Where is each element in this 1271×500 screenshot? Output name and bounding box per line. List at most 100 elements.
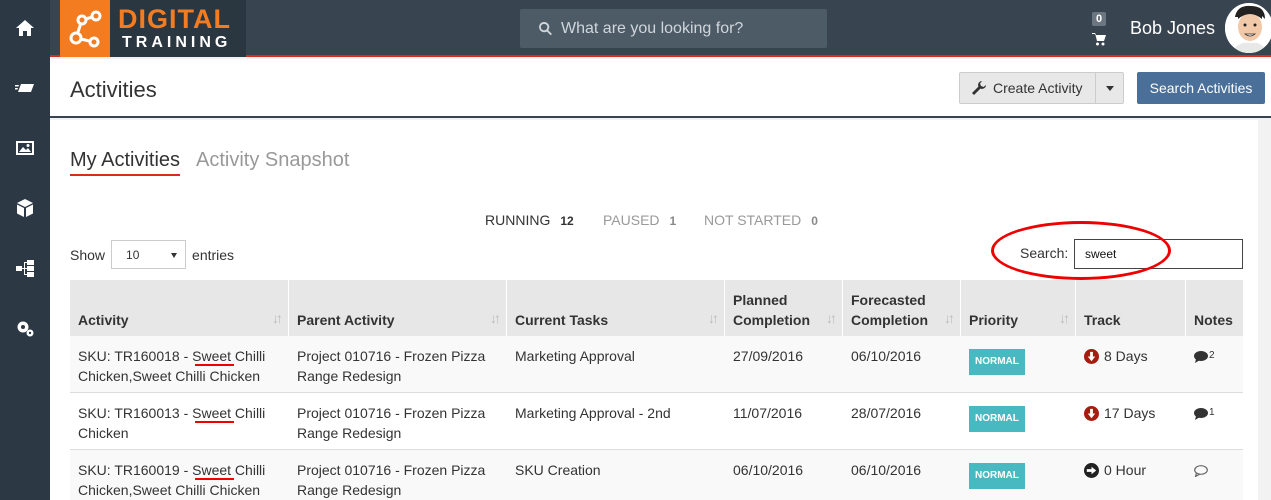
cart-count-badge: 0: [1092, 12, 1107, 26]
create-activity-label: Create Activity: [993, 80, 1083, 96]
entries-label: entries: [192, 246, 235, 263]
col-header-forecast-line2: Completion: [851, 312, 928, 328]
cell-current-task: SKU Creation: [515, 462, 601, 478]
sidebar: [0, 0, 50, 500]
cell-current-task: Marketing Approval: [515, 348, 635, 364]
table-row[interactable]: SKU: TR160019 - Sweet Chilli Chicken,Swee…: [70, 450, 1243, 500]
sort-icon: ↓↑: [944, 310, 955, 326]
entries-select[interactable]: 10: [111, 240, 187, 269]
create-activity-dropdown-toggle[interactable]: [1095, 72, 1124, 104]
cell-planned-completion: 27/09/2016: [733, 348, 804, 364]
user-avatar[interactable]: [1225, 3, 1271, 53]
global-search-input[interactable]: What are you looking for?: [520, 9, 827, 48]
page-header: Activities Create Activity Search Activi…: [50, 59, 1271, 118]
logo-network-icon: [60, 0, 110, 57]
arrow-down-circle-icon: [1084, 405, 1099, 421]
priority-badge: NORMAL: [969, 463, 1025, 489]
activity-name-line2: Chicken,Sweet Chilli Chicken: [78, 482, 261, 498]
cell-notes[interactable]: [1186, 460, 1209, 477]
sort-icon: ↓↑: [1059, 310, 1070, 326]
comment-outline-icon: [1194, 465, 1208, 477]
arrow-right-circle-icon: [1084, 462, 1099, 478]
table-row[interactable]: SKU: TR160013 - Sweet Chilli Chicken Proj…: [70, 393, 1243, 450]
cell-activity[interactable]: SKU: TR160019 - Sweet Chilli Chicken,Swee…: [70, 460, 289, 500]
tab-activity-snapshot[interactable]: Activity Snapshot: [196, 149, 349, 172]
cell-priority: NORMAL: [961, 346, 1025, 375]
cell-track: 17 Days: [1076, 403, 1155, 423]
search-icon: [539, 21, 552, 36]
search-activities-button[interactable]: Search Activities: [1137, 72, 1265, 104]
col-header-priority[interactable]: Priority ↓↑: [961, 280, 1076, 336]
activity-name-line1: SKU: TR160019 - Sweet Chilli: [78, 462, 266, 478]
cell-notes[interactable]: 2: [1186, 346, 1215, 366]
arrow-down-circle-icon: [1084, 348, 1099, 364]
col-header-activity-label: Activity: [78, 312, 129, 328]
activities-panel: My Activities Activity Snapshot RUNNING 1…: [50, 120, 1258, 500]
status-filter-running[interactable]: RUNNING 12: [485, 212, 574, 228]
settings-gears-icon[interactable]: [0, 308, 50, 348]
track-value: 17 Days: [1104, 405, 1156, 421]
parent-activity-line2: Range Redesign: [297, 482, 402, 498]
priority-badge: NORMAL: [969, 349, 1025, 375]
col-header-planned-line2: Completion: [733, 312, 810, 328]
parent-activity-line1: Project 010716 - Frozen Pizza: [297, 462, 486, 478]
global-search-placeholder: What are you looking for?: [561, 19, 744, 37]
image-icon[interactable]: [0, 128, 50, 168]
cell-track: 8 Days: [1076, 346, 1148, 366]
parent-activity-line2: Range Redesign: [297, 425, 402, 441]
col-header-track: Track: [1076, 280, 1186, 336]
status-filter-paused[interactable]: PAUSED 1: [603, 212, 676, 228]
status-running-label: RUNNING: [485, 212, 551, 228]
cell-activity[interactable]: SKU: TR160018 - Sweet Chilli Chicken,Swee…: [70, 346, 289, 386]
track-value: 0 Hour: [1104, 462, 1147, 478]
hierarchy-icon[interactable]: [0, 248, 50, 288]
table-row[interactable]: SKU: TR160018 - Sweet Chilli Chicken,Swee…: [70, 336, 1243, 393]
cell-parent-activity[interactable]: Project 010716 - Frozen Pizza Range Redes…: [289, 346, 507, 386]
tab-my-activities[interactable]: My Activities: [70, 149, 181, 176]
notes-count: 2: [1209, 350, 1215, 361]
cell-forecasted-completion: 28/07/2016: [851, 405, 922, 421]
comment-icon: [1194, 351, 1208, 363]
status-running-count: 12: [560, 214, 574, 228]
notes-count: 1: [1209, 407, 1215, 418]
cell-activity[interactable]: SKU: TR160013 - Sweet Chilli Chicken: [70, 403, 289, 443]
activity-name-line1: SKU: TR160018 - Sweet Chilli: [78, 348, 266, 364]
cell-parent-activity[interactable]: Project 010716 - Frozen Pizza Range Redes…: [289, 460, 507, 500]
delivery-icon[interactable]: [0, 68, 50, 108]
create-activity-button[interactable]: Create Activity: [959, 72, 1096, 104]
user-name[interactable]: Bob Jones: [1130, 18, 1215, 39]
status-not-started-label: NOT STARTED: [704, 212, 802, 228]
highlight-ellipse-annotation: [991, 221, 1171, 280]
box-icon[interactable]: [0, 188, 50, 228]
cell-priority: NORMAL: [961, 460, 1025, 489]
brand-logo[interactable]: DIGITAL TRAINING: [60, 0, 246, 57]
col-header-parent-activity[interactable]: Parent Activity ↓↑: [289, 280, 507, 336]
col-header-activity[interactable]: Activity ↓↑: [70, 280, 289, 336]
col-header-current-tasks[interactable]: Current Tasks ↓↑: [507, 280, 725, 336]
cart-button[interactable]: 0: [1090, 12, 1110, 52]
parent-activity-line1: Project 010716 - Frozen Pizza: [297, 405, 486, 421]
cell-planned-completion: 06/10/2016: [733, 462, 804, 478]
col-header-planned-completion[interactable]: Planned Completion ↓↑: [725, 280, 843, 336]
col-header-notes-label: Notes: [1194, 312, 1233, 328]
cell-track: 0 Hour: [1076, 460, 1146, 480]
col-header-notes: Notes: [1186, 280, 1243, 336]
col-header-track-label: Track: [1084, 312, 1121, 328]
top-navbar: DIGITAL TRAINING What are you looking fo…: [50, 0, 1271, 57]
status-filter-not-started[interactable]: NOT STARTED 0: [704, 212, 818, 228]
cell-notes[interactable]: 1: [1186, 403, 1215, 423]
sort-icon: ↓↑: [490, 310, 501, 326]
col-header-priority-label: Priority: [969, 312, 1019, 328]
col-header-tasks-label: Current Tasks: [515, 312, 609, 328]
col-header-forecast-line1: Forecasted: [851, 292, 926, 308]
col-header-forecasted-completion[interactable]: Forecasted Completion ↓↑: [843, 280, 961, 336]
cell-forecasted-completion: 06/10/2016: [851, 348, 922, 364]
activity-name-line2: Chicken,Sweet Chilli Chicken: [78, 368, 261, 384]
sort-icon: ↓↑: [272, 310, 283, 326]
activity-name-line1: SKU: TR160013 - Sweet Chilli: [78, 405, 266, 421]
parent-activity-line1: Project 010716 - Frozen Pizza: [297, 348, 486, 364]
home-icon[interactable]: [0, 8, 50, 48]
col-header-planned-line1: Planned: [733, 292, 788, 308]
wrench-icon: [972, 81, 986, 95]
cell-parent-activity[interactable]: Project 010716 - Frozen Pizza Range Redes…: [289, 403, 507, 443]
